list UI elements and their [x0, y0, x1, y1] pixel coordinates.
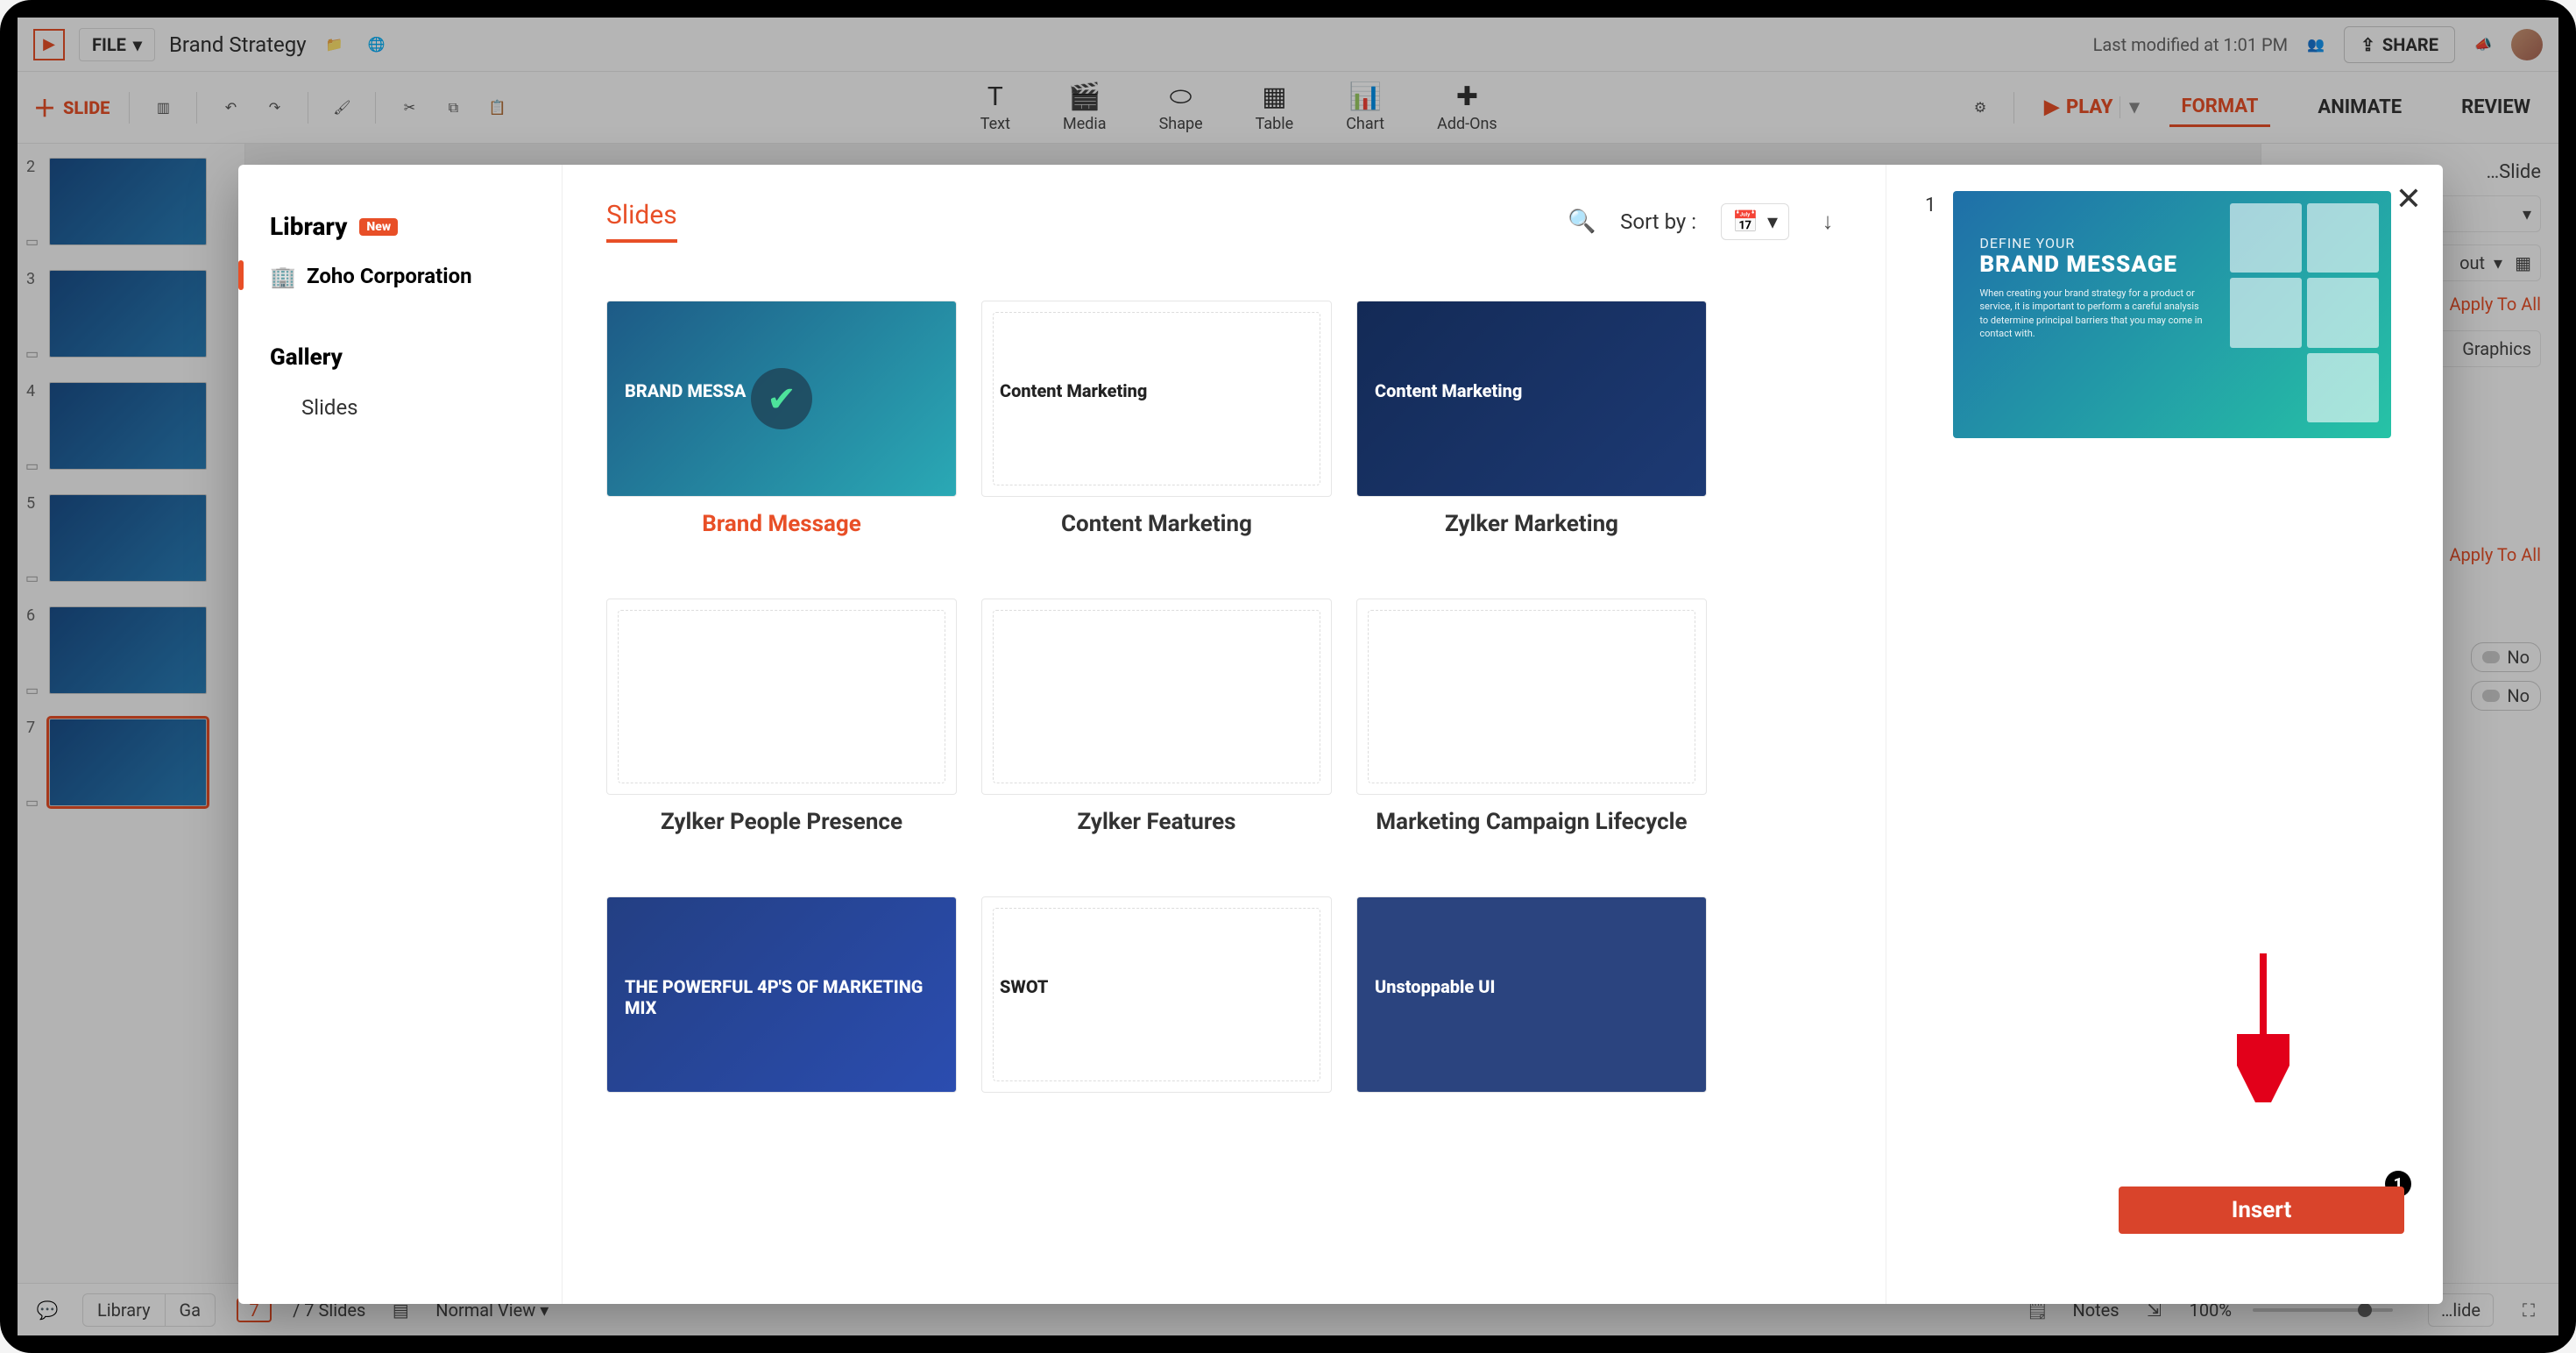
card-thumbnail — [1356, 599, 1707, 795]
library-card[interactable]: THE POWERFUL 4P'S OF MARKETING MIX — [606, 896, 957, 1107]
check-icon: ✔ — [751, 368, 812, 429]
modal-content: Slides 🔍 Sort by : 📅 ▾ ↓ BRAND MESSA✔ Br… — [563, 165, 1886, 1304]
search-icon[interactable]: 🔍 — [1568, 208, 1596, 236]
gallery-slides-item[interactable]: Slides — [270, 371, 530, 420]
modal-sidebar: Library New 🏢 Zoho Corporation Gallery S… — [238, 165, 563, 1304]
card-thumbnail: Unstoppable UI — [1356, 896, 1707, 1093]
card-label: Zylker People Presence — [606, 809, 957, 835]
insert-button[interactable]: Insert — [2119, 1187, 2404, 1234]
card-thumbnail: THE POWERFUL 4P'S OF MARKETING MIX — [606, 896, 957, 1093]
card-label: Zylker Features — [981, 809, 1332, 835]
new-badge: New — [359, 218, 398, 236]
library-card[interactable]: Marketing Campaign Lifecycle — [1356, 599, 1707, 835]
card-label: Zylker Marketing — [1356, 511, 1707, 537]
library-card[interactable]: SWOT — [981, 896, 1332, 1107]
sort-direction-icon[interactable]: ↓ — [1814, 208, 1842, 236]
sort-dropdown[interactable]: 📅 ▾ — [1721, 203, 1789, 240]
preview-photo-tile — [2307, 203, 2379, 273]
card-label: Marketing Campaign Lifecycle — [1356, 809, 1707, 835]
card-thumbnail — [606, 599, 957, 795]
library-card[interactable]: BRAND MESSA✔ Brand Message — [606, 301, 957, 537]
chevron-down-icon: ▾ — [1767, 209, 1778, 234]
card-label: Brand Message — [606, 511, 957, 537]
card-thumbnail: Content Marketing — [981, 301, 1332, 497]
callout-arrow-icon — [2237, 945, 2289, 1102]
selected-slide-preview[interactable]: DEFINE YOUR BRAND MESSAGE When creating … — [1953, 191, 2391, 438]
gallery-heading: Gallery — [270, 344, 530, 371]
slides-tab[interactable]: Slides — [606, 200, 677, 243]
org-item[interactable]: 🏢 Zoho Corporation — [270, 241, 530, 288]
library-card[interactable]: Content Marketing Zylker Marketing — [1356, 301, 1707, 537]
card-thumbnail: Content Marketing — [1356, 301, 1707, 497]
preview-photo-tile — [2307, 353, 2379, 422]
card-label: Content Marketing — [981, 511, 1332, 537]
library-heading: Library — [270, 212, 347, 241]
preview-photo-tile — [2230, 203, 2302, 273]
preview-photo-tile — [2230, 278, 2302, 347]
card-thumbnail: SWOT — [981, 896, 1332, 1093]
library-modal: Library New 🏢 Zoho Corporation Gallery S… — [238, 165, 2443, 1304]
calendar-icon: 📅 — [1732, 209, 1759, 234]
modal-preview-panel: ✕ 1 DEFINE YOUR BRAND MESSAGE When creat… — [1886, 165, 2443, 1304]
library-card[interactable]: Content Marketing Content Marketing — [981, 301, 1332, 537]
org-name: Zoho Corporation — [307, 264, 472, 288]
card-thumbnail: BRAND MESSA✔ — [606, 301, 957, 497]
library-card[interactable]: Unstoppable UI — [1356, 896, 1707, 1107]
slides-grid: BRAND MESSA✔ Brand MessageContent Market… — [606, 259, 1842, 1107]
library-card[interactable]: Zylker Features — [981, 599, 1332, 835]
preview-desc: When creating your brand strategy for a … — [1979, 287, 2207, 341]
org-icon: 🏢 — [270, 265, 293, 287]
library-card[interactable]: Zylker People Presence — [606, 599, 957, 835]
selected-count: 1 — [1925, 191, 1936, 438]
preview-photo-tile — [2307, 278, 2379, 347]
card-thumbnail — [981, 599, 1332, 795]
close-icon[interactable]: ✕ — [2396, 181, 2422, 217]
sort-by-label: Sort by : — [1620, 209, 1696, 234]
